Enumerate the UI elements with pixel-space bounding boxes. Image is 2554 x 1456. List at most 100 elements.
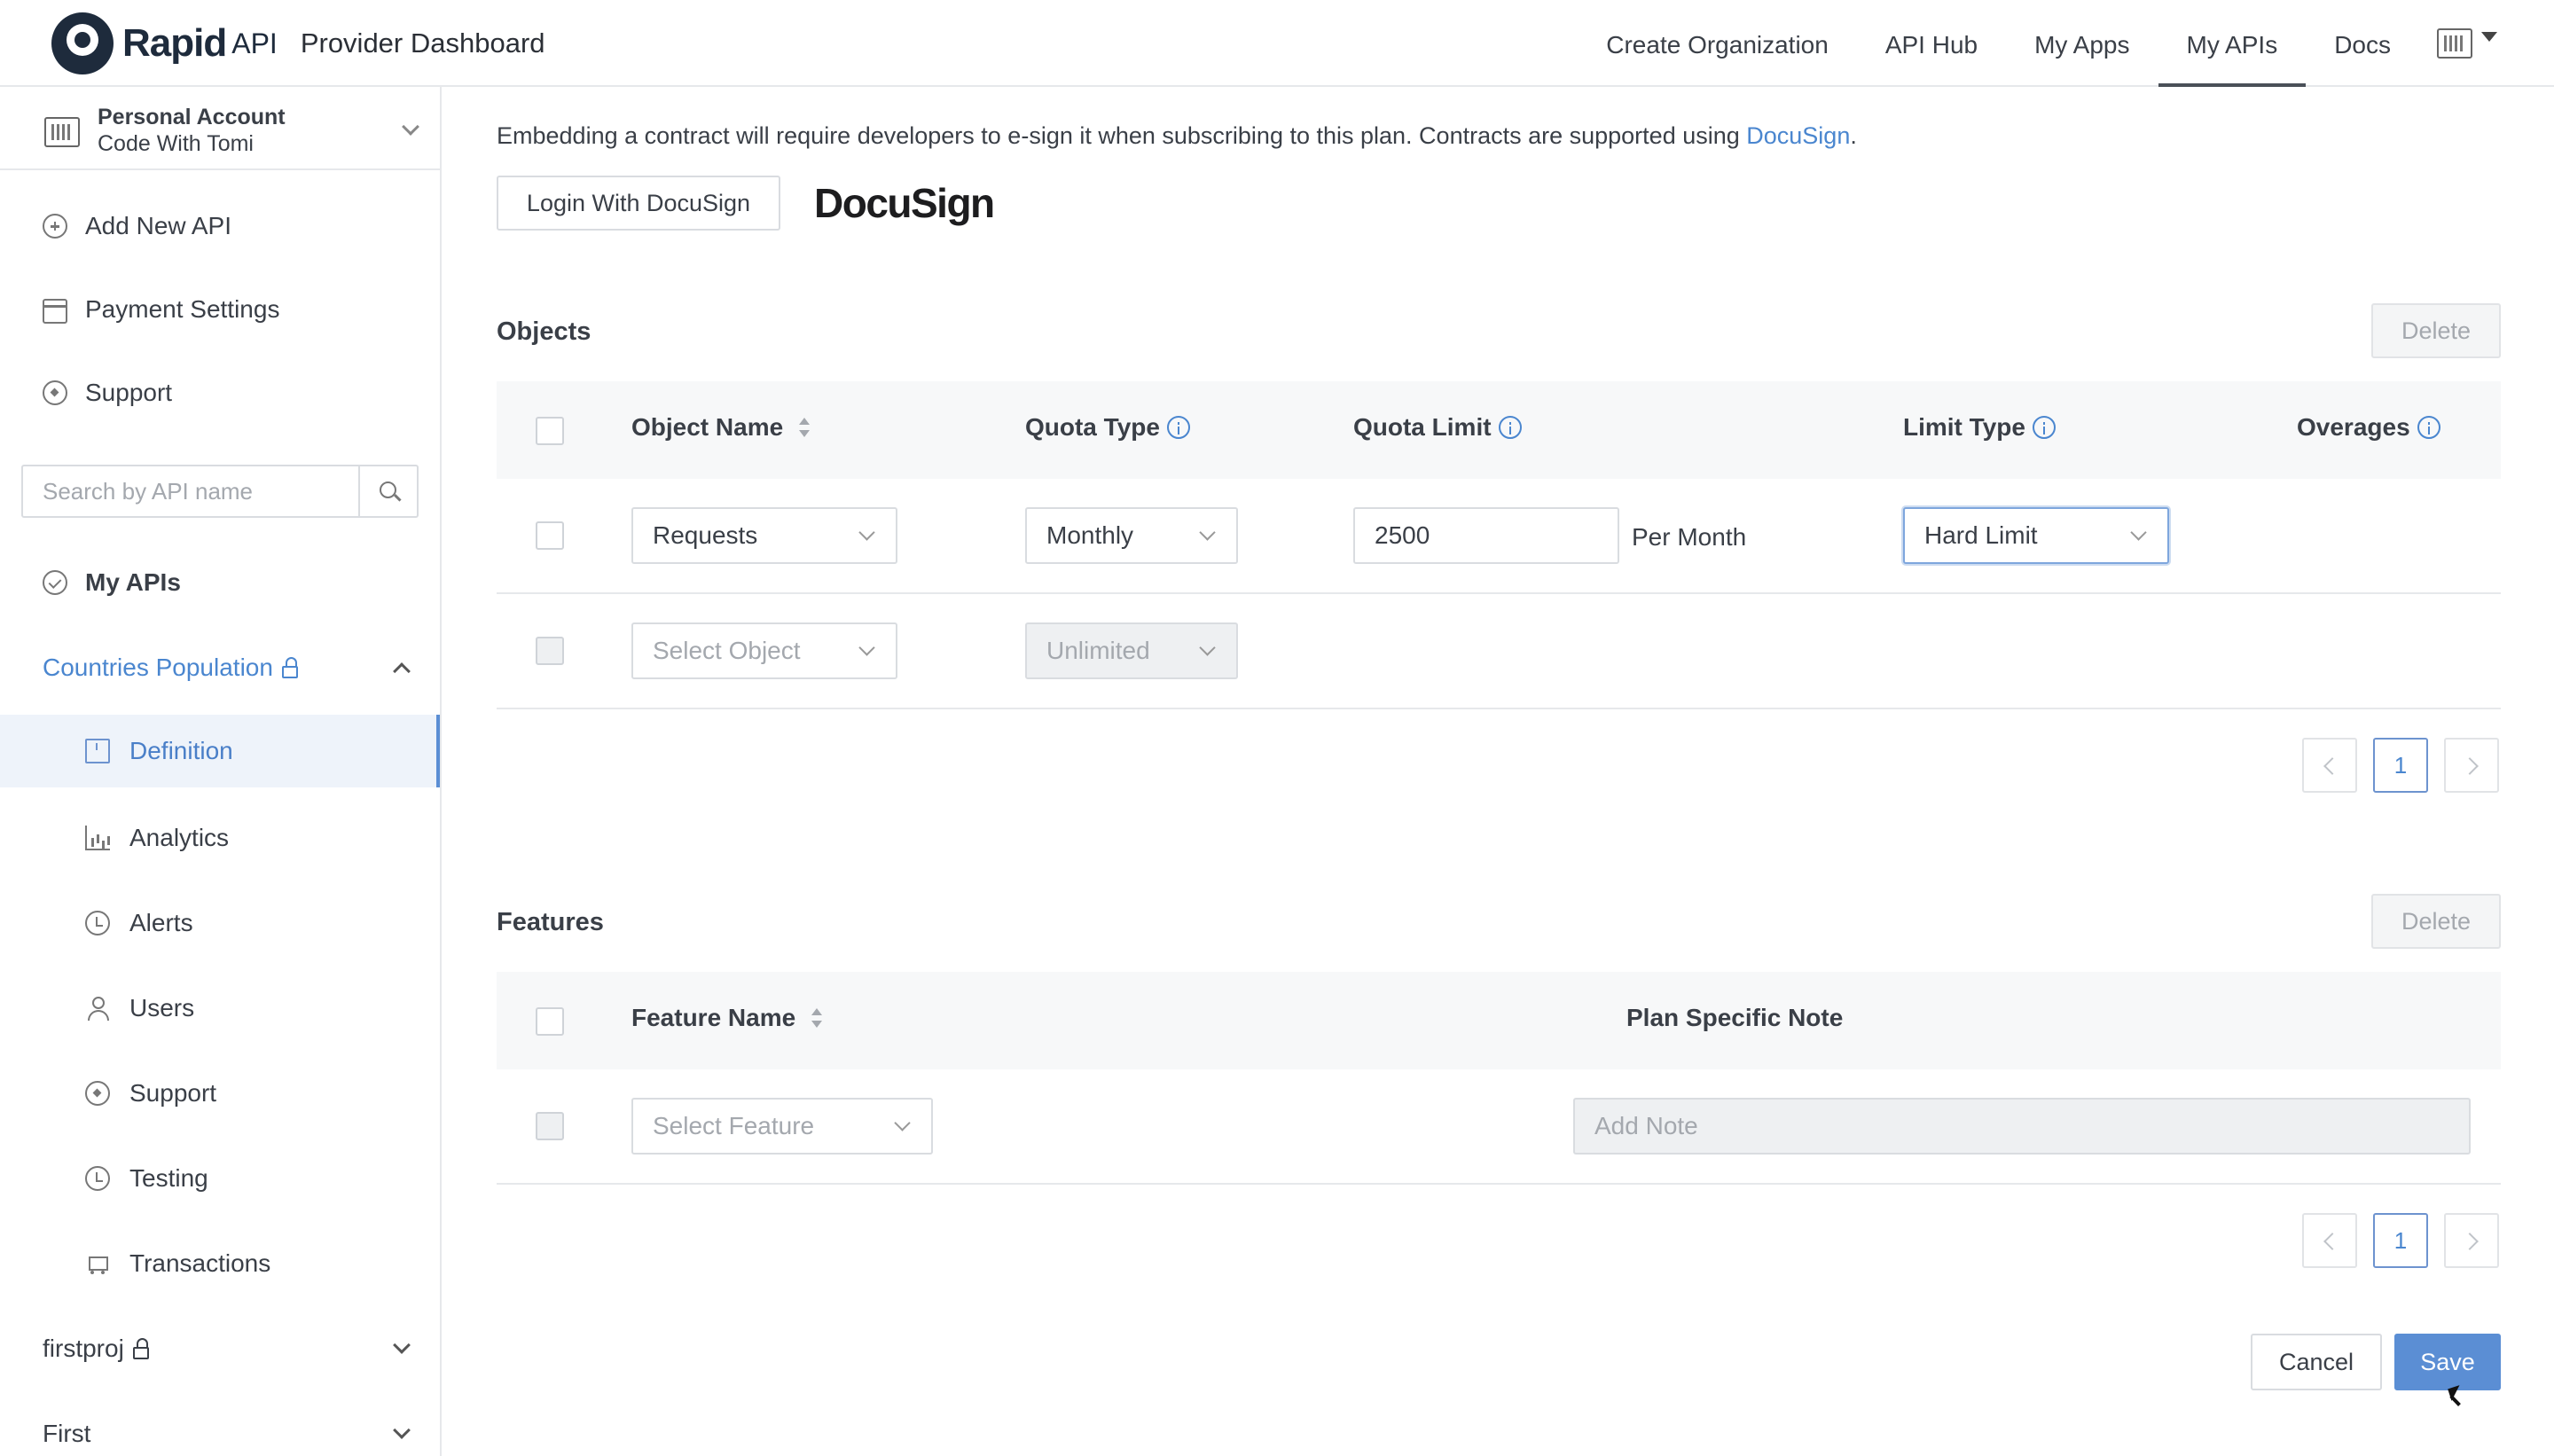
sidebar-item-transactions[interactable]: Transactions bbox=[0, 1224, 440, 1303]
docusign-link[interactable]: DocuSign bbox=[1746, 122, 1850, 149]
column-label: Quota Limit bbox=[1353, 413, 1492, 441]
sidebar-item-support[interactable]: Support bbox=[0, 353, 440, 433]
sidebar-item-payment-settings[interactable]: Payment Settings bbox=[0, 270, 440, 349]
api-search bbox=[21, 465, 419, 518]
select-value: Select Feature bbox=[653, 1112, 815, 1139]
chevron-down-icon bbox=[858, 639, 875, 656]
project-name: Countries Population bbox=[43, 654, 273, 681]
info-icon[interactable] bbox=[2032, 416, 2056, 439]
login-with-docusign-button[interactable]: Login With DocuSign bbox=[497, 176, 780, 231]
features-delete-button[interactable]: Delete bbox=[2371, 894, 2501, 949]
column-quota-type: Quota Type bbox=[1025, 413, 1190, 442]
objects-next-page-button[interactable] bbox=[2444, 738, 2499, 793]
sidebar-project-first[interactable]: First bbox=[0, 1394, 440, 1456]
column-label: Object Name bbox=[631, 413, 784, 441]
save-button[interactable]: Save bbox=[2394, 1334, 2501, 1390]
row-checkbox[interactable] bbox=[536, 521, 564, 550]
chevron-up-icon bbox=[393, 662, 411, 680]
objects-delete-button[interactable]: Delete bbox=[2371, 303, 2501, 358]
chevron-down-icon bbox=[402, 118, 419, 136]
document-icon bbox=[85, 739, 110, 763]
select-all-features-checkbox[interactable] bbox=[536, 1007, 564, 1036]
plan-note-input[interactable] bbox=[1573, 1098, 2471, 1155]
info-icon[interactable] bbox=[1166, 416, 1190, 439]
column-label: Overages bbox=[2297, 413, 2410, 441]
feature-select[interactable]: Select Feature bbox=[631, 1098, 933, 1155]
nav-api-hub[interactable]: API Hub bbox=[1857, 0, 2006, 87]
column-label: Limit Type bbox=[1903, 413, 2025, 441]
caret-down-icon[interactable] bbox=[2481, 31, 2497, 42]
per-month-label: Per Month bbox=[1632, 523, 1747, 551]
select-value: Unlimited bbox=[1046, 637, 1150, 664]
sidebar-item-testing[interactable]: Testing bbox=[0, 1139, 440, 1218]
objects-page-number[interactable]: 1 bbox=[2373, 738, 2428, 793]
compass-icon bbox=[43, 380, 67, 405]
features-next-page-button[interactable] bbox=[2444, 1213, 2499, 1268]
compass-icon bbox=[85, 1081, 110, 1106]
quota-limit-input[interactable] bbox=[1353, 507, 1619, 564]
logo-text: Rapid bbox=[122, 21, 227, 65]
sidebar-project-countries-population[interactable]: Countries Population bbox=[0, 628, 440, 708]
quota-type-select[interactable]: Monthly bbox=[1025, 507, 1238, 564]
search-icon[interactable] bbox=[358, 466, 417, 516]
sort-icon[interactable] bbox=[811, 1008, 823, 1028]
column-feature-name[interactable]: Feature Name bbox=[631, 1004, 823, 1032]
project-label: Countries Population bbox=[43, 654, 298, 682]
lock-icon bbox=[132, 1338, 149, 1359]
nav-my-apis[interactable]: My APIs bbox=[2158, 0, 2307, 87]
project-label: firstproj bbox=[43, 1335, 149, 1363]
select-all-objects-checkbox[interactable] bbox=[536, 417, 564, 445]
rapidapi-logo[interactable]: Rapid API Provider Dashboard bbox=[51, 12, 545, 74]
object-select[interactable]: Select Object bbox=[631, 622, 897, 679]
chevron-down-icon bbox=[894, 1115, 911, 1131]
features-page-number[interactable]: 1 bbox=[2373, 1213, 2428, 1268]
cancel-button[interactable]: Cancel bbox=[2251, 1334, 2382, 1390]
main-content: Embedding a contract will require develo… bbox=[443, 87, 2554, 1456]
sidebar-project-firstproj[interactable]: firstproj bbox=[0, 1309, 440, 1389]
sidebar-item-alerts[interactable]: Alerts bbox=[0, 883, 440, 963]
column-label: Feature Name bbox=[631, 1004, 796, 1031]
table-row: Select Object Unlimited bbox=[497, 594, 2501, 709]
select-value: Monthly bbox=[1046, 521, 1134, 549]
limit-type-select[interactable]: Hard Limit bbox=[1903, 507, 2169, 564]
sidebar-item-support-sub[interactable]: Support bbox=[0, 1053, 440, 1133]
select-value: Select Object bbox=[653, 637, 801, 664]
nav-create-organization[interactable]: Create Organization bbox=[1578, 0, 1857, 87]
chevron-down-icon bbox=[1199, 524, 1216, 541]
features-prev-page-button[interactable] bbox=[2302, 1213, 2357, 1268]
sidebar-item-users[interactable]: Users bbox=[0, 968, 440, 1048]
sidebar-item-label: Support bbox=[129, 1079, 217, 1107]
sidebar-item-my-apis[interactable]: My APIs bbox=[0, 543, 440, 622]
lock-icon bbox=[281, 657, 298, 678]
testing-icon bbox=[85, 1166, 110, 1191]
sidebar-item-label: Transactions bbox=[129, 1249, 271, 1277]
sidebar-item-label: My APIs bbox=[85, 568, 181, 596]
search-input[interactable] bbox=[23, 466, 358, 516]
nav-docs[interactable]: Docs bbox=[2306, 0, 2419, 87]
sidebar-item-analytics[interactable]: Analytics bbox=[0, 798, 440, 878]
sidebar-item-add-new-api[interactable]: Add New API bbox=[0, 186, 440, 266]
column-object-name[interactable]: Object Name bbox=[631, 413, 811, 442]
user-icon bbox=[85, 996, 110, 1021]
sidebar-item-definition[interactable]: Definition bbox=[0, 715, 440, 787]
sidebar-item-label: Testing bbox=[129, 1164, 208, 1192]
row-checkbox[interactable] bbox=[536, 1112, 564, 1140]
account-switcher[interactable]: Personal Account Code With Tomi bbox=[0, 87, 440, 170]
contract-description: Embedding a contract will require develo… bbox=[497, 122, 1857, 150]
chevron-down-icon bbox=[858, 524, 875, 541]
info-icon[interactable] bbox=[2417, 416, 2440, 439]
info-icon[interactable] bbox=[1498, 416, 1522, 439]
rapidapi-logo-icon bbox=[51, 12, 114, 74]
chevron-down-icon bbox=[2130, 524, 2147, 541]
quota-type-select[interactable]: Unlimited bbox=[1025, 622, 1238, 679]
nav-my-apps[interactable]: My Apps bbox=[2006, 0, 2158, 87]
account-avatar-icon bbox=[44, 117, 80, 147]
objects-prev-page-button[interactable] bbox=[2302, 738, 2357, 793]
object-select[interactable]: Requests bbox=[631, 507, 897, 564]
chevron-down-icon bbox=[1199, 639, 1216, 656]
sidebar-item-label: Analytics bbox=[129, 824, 230, 851]
row-checkbox[interactable] bbox=[536, 637, 564, 665]
sort-icon[interactable] bbox=[799, 418, 811, 437]
column-overages: Overages bbox=[2297, 413, 2440, 442]
user-avatar-icon[interactable] bbox=[2437, 28, 2472, 59]
